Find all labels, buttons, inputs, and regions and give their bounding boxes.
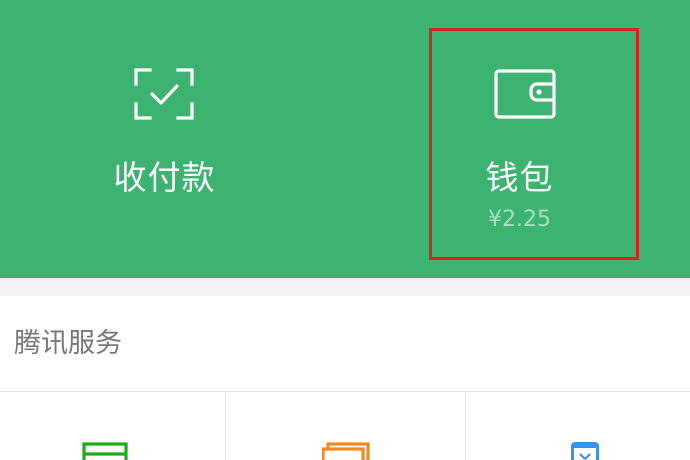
- pay-receive-label: 收付款: [113, 158, 216, 197]
- pay-header-panel: 收付款 钱包 ¥2.25: [0, 0, 690, 278]
- section-separator: [0, 278, 690, 296]
- wallet-label: 钱包: [485, 158, 554, 197]
- wallet-balance: ¥2.25: [488, 207, 551, 232]
- scan-check-icon: [134, 68, 194, 120]
- pay-receive-button[interactable]: 收付款: [0, 0, 345, 278]
- credit-card-icon: [82, 442, 128, 460]
- service-wealth[interactable]: [225, 392, 465, 460]
- wechat-pay-page: 收付款 钱包 ¥2.25 腾讯服务: [0, 0, 690, 460]
- wallet-button[interactable]: 钱包 ¥2.25: [345, 0, 690, 278]
- service-mobile-topup[interactable]: [465, 392, 690, 460]
- wealth-icon: [322, 442, 370, 460]
- mobile-topup-icon: [571, 442, 599, 460]
- service-credit-card[interactable]: [0, 392, 229, 460]
- wallet-icon: [494, 69, 556, 119]
- tencent-services-section: 腾讯服务: [0, 296, 690, 460]
- section-title: 腾讯服务: [14, 328, 122, 359]
